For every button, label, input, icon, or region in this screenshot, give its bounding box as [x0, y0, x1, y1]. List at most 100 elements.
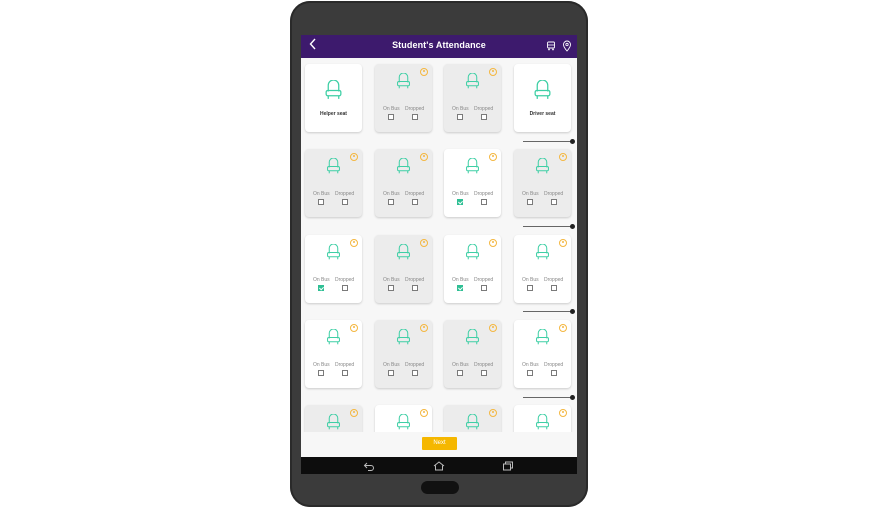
footer-bar: Next: [301, 432, 577, 457]
row-divider: [523, 395, 575, 400]
android-nav-bar: [301, 457, 577, 474]
seat-card[interactable]: On Bus Dropped: [375, 64, 432, 132]
dropped-label: Dropped: [474, 106, 494, 112]
seat-card[interactable]: On Bus Dropped: [375, 149, 432, 217]
seat-icon: [325, 80, 342, 99]
next-button[interactable]: Next: [422, 437, 457, 450]
seat-grid: Helper seat On Bus Dropped On Bus Droppe…: [301, 58, 577, 432]
student-avatar-icon[interactable]: [489, 324, 497, 332]
student-avatar-icon[interactable]: [420, 409, 428, 417]
tablet-frame: Student's Attendance Helper seat On Bus …: [290, 1, 588, 507]
on-bus-checkbox[interactable]: [318, 285, 324, 291]
on-bus-checkbox[interactable]: [388, 114, 394, 120]
on-bus-checkbox[interactable]: [527, 370, 533, 376]
seat-card[interactable]: On Bus Dropped: [375, 405, 432, 432]
seat-card[interactable]: On Bus Dropped: [444, 405, 501, 432]
seat-card[interactable]: On Bus Dropped: [305, 405, 362, 432]
seat-card[interactable]: On Bus Dropped: [444, 320, 501, 388]
dropped-checkbox[interactable]: [481, 285, 487, 291]
student-avatar-icon[interactable]: [489, 153, 497, 161]
dropped-checkbox[interactable]: [342, 199, 348, 205]
seat-card[interactable]: On Bus Dropped: [375, 320, 432, 388]
dropped-checkbox[interactable]: [551, 370, 557, 376]
on-bus-label: On Bus: [313, 362, 330, 368]
on-bus-checkbox[interactable]: [318, 199, 324, 205]
seat-icon: [397, 73, 410, 89]
dropped-checkbox[interactable]: [551, 285, 557, 291]
seat-card[interactable]: On Bus Dropped: [514, 320, 571, 388]
seat-card[interactable]: On Bus Dropped: [514, 405, 571, 432]
dropped-checkbox[interactable]: [342, 285, 348, 291]
dropped-checkbox[interactable]: [481, 199, 487, 205]
dropped-checkbox[interactable]: [481, 114, 487, 120]
student-avatar-icon[interactable]: [489, 68, 497, 76]
location-pin-icon: [563, 40, 571, 52]
seat-icon: [536, 158, 549, 174]
seat-icon: [397, 414, 410, 430]
on-bus-label: On Bus: [452, 362, 469, 368]
seat-card[interactable]: On Bus Dropped: [305, 149, 362, 217]
on-bus-checkbox[interactable]: [388, 285, 394, 291]
on-bus-label: On Bus: [452, 191, 469, 197]
student-avatar-icon[interactable]: [559, 324, 567, 332]
on-bus-checkbox[interactable]: [457, 285, 463, 291]
on-bus-checkbox[interactable]: [457, 370, 463, 376]
location-button[interactable]: [562, 39, 574, 53]
dropped-checkbox[interactable]: [412, 370, 418, 376]
on-bus-label: On Bus: [383, 362, 400, 368]
on-bus-checkbox[interactable]: [527, 199, 533, 205]
seat-icon: [397, 158, 410, 174]
student-avatar-icon[interactable]: [420, 324, 428, 332]
seat-icon: [327, 414, 340, 430]
student-avatar-icon[interactable]: [559, 239, 567, 247]
student-avatar-icon[interactable]: [489, 409, 497, 417]
seat-card[interactable]: On Bus Dropped: [444, 149, 501, 217]
on-bus-checkbox[interactable]: [527, 285, 533, 291]
nav-recent-apps-icon[interactable]: [502, 461, 514, 471]
bus-button[interactable]: [546, 39, 558, 53]
dropped-checkbox[interactable]: [481, 370, 487, 376]
seat-card[interactable]: On Bus Dropped: [514, 149, 571, 217]
seat-card[interactable]: On Bus Dropped: [444, 235, 501, 303]
on-bus-checkbox[interactable]: [388, 370, 394, 376]
on-bus-label: On Bus: [383, 277, 400, 283]
helper-seat-card[interactable]: Helper seat: [305, 64, 362, 132]
driver-seat-card[interactable]: Driver seat: [514, 64, 571, 132]
student-avatar-icon[interactable]: [420, 68, 428, 76]
student-avatar-icon[interactable]: [420, 153, 428, 161]
student-avatar-icon[interactable]: [350, 409, 358, 417]
dropped-label: Dropped: [335, 277, 355, 283]
on-bus-checkbox[interactable]: [457, 199, 463, 205]
seat-card[interactable]: On Bus Dropped: [375, 235, 432, 303]
nav-home-icon[interactable]: [432, 461, 446, 471]
dropped-label: Dropped: [474, 191, 494, 197]
on-bus-label: On Bus: [313, 191, 330, 197]
page-title: Student's Attendance: [392, 40, 486, 50]
row-divider: [523, 139, 575, 144]
student-avatar-icon[interactable]: [489, 239, 497, 247]
dropped-checkbox[interactable]: [412, 199, 418, 205]
seat-card[interactable]: On Bus Dropped: [444, 64, 501, 132]
student-avatar-icon[interactable]: [420, 239, 428, 247]
on-bus-checkbox[interactable]: [388, 199, 394, 205]
dropped-checkbox[interactable]: [551, 199, 557, 205]
tablet-home-button[interactable]: [421, 481, 459, 494]
dropped-checkbox[interactable]: [412, 114, 418, 120]
seat-card[interactable]: On Bus Dropped: [305, 320, 362, 388]
dropped-checkbox[interactable]: [342, 370, 348, 376]
seat-icon: [327, 158, 340, 174]
on-bus-label: On Bus: [522, 362, 539, 368]
on-bus-checkbox[interactable]: [318, 370, 324, 376]
seat-card[interactable]: On Bus Dropped: [514, 235, 571, 303]
student-avatar-icon[interactable]: [350, 239, 358, 247]
student-avatar-icon[interactable]: [350, 324, 358, 332]
dropped-label: Dropped: [405, 362, 425, 368]
on-bus-checkbox[interactable]: [457, 114, 463, 120]
seat-icon: [534, 80, 551, 99]
seat-card[interactable]: On Bus Dropped: [305, 235, 362, 303]
dropped-checkbox[interactable]: [412, 285, 418, 291]
student-avatar-icon[interactable]: [559, 409, 567, 417]
nav-back-icon[interactable]: [363, 461, 375, 471]
student-avatar-icon[interactable]: [559, 153, 567, 161]
student-avatar-icon[interactable]: [350, 153, 358, 161]
